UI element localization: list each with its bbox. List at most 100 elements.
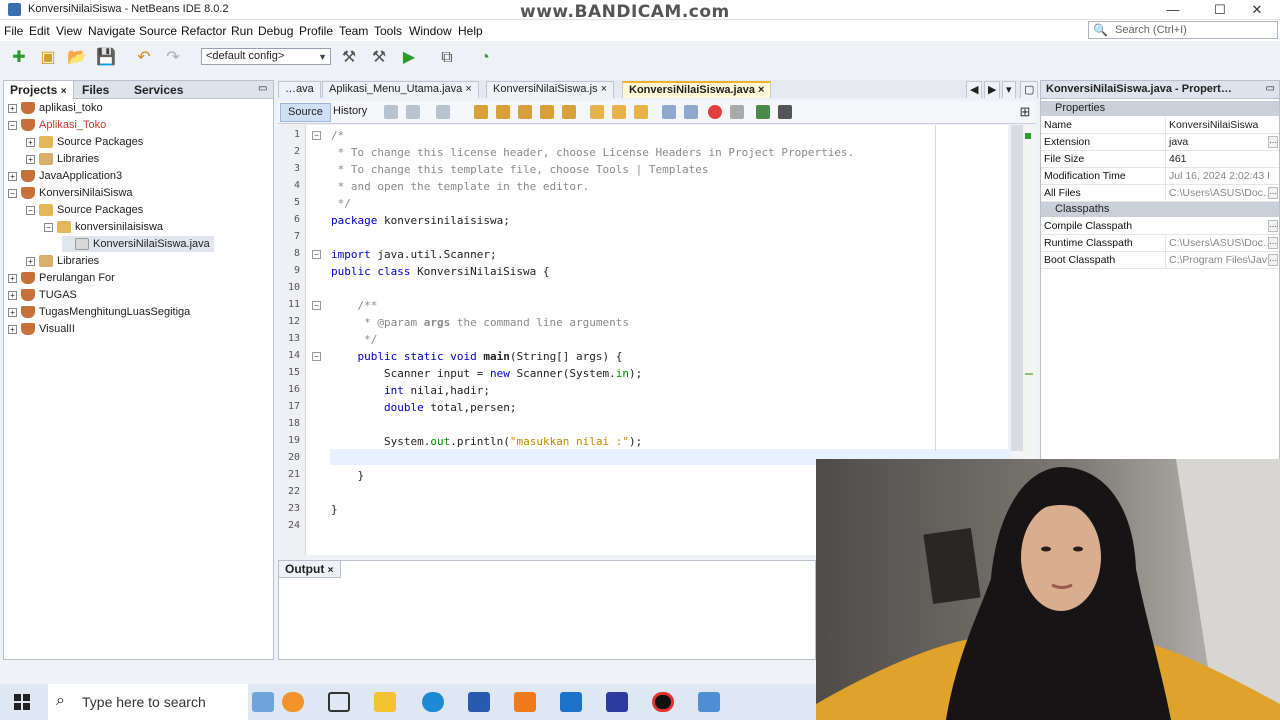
- history-view-button[interactable]: History: [326, 103, 374, 122]
- ellipsis-button[interactable]: …: [1268, 254, 1278, 266]
- bandicam-record-icon[interactable]: [652, 692, 674, 712]
- run-project-icon[interactable]: ▶: [398, 47, 420, 69]
- expand-toggle-icon[interactable]: +: [8, 171, 17, 181]
- start-macro-icon[interactable]: [708, 105, 722, 119]
- file-explorer-icon[interactable]: [374, 692, 396, 712]
- property-value[interactable]: C:\Users\ASUS\Doc…: [1165, 185, 1269, 202]
- fold-toggle-icon[interactable]: −: [312, 352, 321, 361]
- close-icon[interactable]: ×: [758, 84, 764, 96]
- toggle-bookmark-icon[interactable]: [634, 105, 648, 119]
- netbeans-taskbar-icon[interactable]: [698, 692, 720, 712]
- scroll-tabs-left-icon[interactable]: ◀: [966, 81, 983, 98]
- property-section-header[interactable]: Classpaths: [1041, 202, 1279, 217]
- editor-tab[interactable]: Aplikasi_Menu_Utama.java ×: [322, 81, 479, 98]
- tree-item[interactable]: − KonversiNilaiSiswa: [8, 185, 133, 201]
- ellipsis-button[interactable]: …: [1268, 237, 1278, 249]
- property-row[interactable]: Boot Classpath C:\Program Files\Jav……: [1041, 252, 1279, 269]
- tree-item[interactable]: + Libraries: [26, 253, 99, 269]
- property-value[interactable]: C:\Users\ASUS\Doc…: [1165, 235, 1269, 252]
- tree-item[interactable]: + aplikasi_toko: [8, 100, 103, 116]
- expand-toggle-icon[interactable]: +: [26, 256, 35, 266]
- clean-build-icon[interactable]: ⚒: [368, 47, 390, 69]
- property-value[interactable]: C:\Program Files\Jav…: [1165, 252, 1269, 269]
- menu-profile[interactable]: Profile: [299, 24, 333, 38]
- property-row[interactable]: Extension java…: [1041, 134, 1279, 151]
- redo-icon[interactable]: ↷: [162, 47, 184, 69]
- build-hammer-icon[interactable]: ⚒: [338, 47, 360, 69]
- property-row[interactable]: Runtime Classpath C:\Users\ASUS\Doc……: [1041, 235, 1279, 252]
- vertical-scrollbar[interactable]: [1011, 125, 1023, 451]
- property-value[interactable]: 461: [1165, 151, 1269, 168]
- toggle-rect-select-icon[interactable]: [562, 105, 576, 119]
- app-icon[interactable]: [514, 692, 536, 712]
- ellipsis-button[interactable]: …: [1268, 136, 1278, 148]
- scroll-tabs-right-icon[interactable]: ▶: [984, 81, 1001, 98]
- find-icon[interactable]: [474, 105, 488, 119]
- quick-search-input[interactable]: 🔍 Search (Ctrl+I): [1088, 21, 1278, 39]
- expand-toggle-icon[interactable]: +: [26, 154, 35, 164]
- save-all-icon[interactable]: 💾: [95, 47, 117, 69]
- close-icon[interactable]: ×: [61, 86, 67, 97]
- minimize-button[interactable]: —: [1150, 0, 1196, 20]
- uncomment-icon[interactable]: [778, 105, 792, 119]
- mail-icon[interactable]: [560, 692, 582, 712]
- tab-files[interactable]: Files: [76, 81, 115, 99]
- books-app-icon[interactable]: [252, 692, 274, 712]
- menu-refactor[interactable]: Refactor: [181, 24, 226, 38]
- expand-toggle-icon[interactable]: +: [8, 103, 17, 113]
- property-row[interactable]: Compile Classpath…: [1041, 218, 1279, 235]
- tab-output[interactable]: Output ×: [279, 561, 341, 578]
- next-bookmark-icon[interactable]: [612, 105, 626, 119]
- config-select[interactable]: <default config> ▼: [201, 48, 331, 65]
- property-value[interactable]: KonversiNilaiSiswa: [1165, 117, 1269, 134]
- editor-tab[interactable]: KonversiNilaiSiswa.js ×: [486, 81, 615, 98]
- menu-run[interactable]: Run: [231, 24, 253, 38]
- tree-item[interactable]: + JavaApplication3: [8, 168, 122, 184]
- tree-item[interactable]: − Source Packages: [26, 202, 143, 218]
- expand-toggle-icon[interactable]: +: [8, 324, 17, 334]
- tree-item[interactable]: + Source Packages: [26, 134, 143, 150]
- previous-bookmark-icon[interactable]: [590, 105, 604, 119]
- expand-toggle-icon[interactable]: −: [44, 222, 53, 232]
- last-edit-icon[interactable]: [384, 105, 398, 119]
- maximize-editor-icon[interactable]: ▢: [1020, 81, 1039, 98]
- profile-project-icon[interactable]: ◔: [474, 47, 496, 69]
- property-row[interactable]: File Size 461: [1041, 151, 1279, 168]
- tree-item[interactable]: − Aplikasi_Toko: [8, 117, 106, 133]
- tree-item[interactable]: + Libraries: [26, 151, 99, 167]
- visual-studio-icon[interactable]: [606, 692, 628, 712]
- property-section-header[interactable]: Properties: [1041, 101, 1279, 116]
- minimize-panel-icon[interactable]: ▭: [252, 81, 273, 99]
- source-view-button[interactable]: Source: [280, 103, 331, 122]
- menu-help[interactable]: Help: [458, 24, 483, 38]
- property-row[interactable]: Modification Time Jul 16, 2024 2:02:43 PM: [1041, 168, 1279, 185]
- expand-toggle-icon[interactable]: +: [8, 307, 17, 317]
- editor-tab-active[interactable]: KonversiNilaiSiswa.java ×: [622, 81, 772, 98]
- comment-icon[interactable]: [756, 105, 770, 119]
- menu-debug[interactable]: Debug: [258, 24, 293, 38]
- toggle-highlight-icon[interactable]: [540, 105, 554, 119]
- shift-left-icon[interactable]: [662, 105, 676, 119]
- tree-item[interactable]: + TugasMenghitungLuasSegitiga: [8, 304, 190, 320]
- close-icon[interactable]: ×: [601, 83, 607, 95]
- expand-toggle-icon[interactable]: −: [8, 120, 17, 130]
- task-view-icon[interactable]: [328, 692, 350, 712]
- menu-file[interactable]: File: [4, 24, 23, 38]
- shift-right-icon[interactable]: [684, 105, 698, 119]
- tree-item[interactable]: + Perulangan For: [8, 270, 115, 286]
- tab-services[interactable]: Services: [128, 81, 189, 99]
- windows-start-icon[interactable]: [14, 694, 30, 710]
- tree-item[interactable]: KonversiNilaiSiswa.java: [62, 236, 214, 252]
- tree-item[interactable]: + TUGAS: [8, 287, 77, 303]
- edge-browser-icon[interactable]: [422, 692, 444, 712]
- find-previous-icon[interactable]: [496, 105, 510, 119]
- property-row[interactable]: Name KonversiNilaiSiswa: [1041, 117, 1279, 134]
- property-value[interactable]: java: [1165, 134, 1269, 151]
- tree-item[interactable]: − konversinilaisiswa: [44, 219, 163, 235]
- stripe-mark[interactable]: [1025, 373, 1033, 375]
- remote-app-icon[interactable]: [468, 692, 490, 712]
- property-row[interactable]: All Files C:\Users\ASUS\Doc……: [1041, 185, 1279, 202]
- minimize-panel-icon[interactable]: ▭: [1266, 83, 1275, 94]
- new-file-icon[interactable]: ✚: [8, 47, 30, 69]
- fold-toggle-icon[interactable]: −: [312, 250, 321, 259]
